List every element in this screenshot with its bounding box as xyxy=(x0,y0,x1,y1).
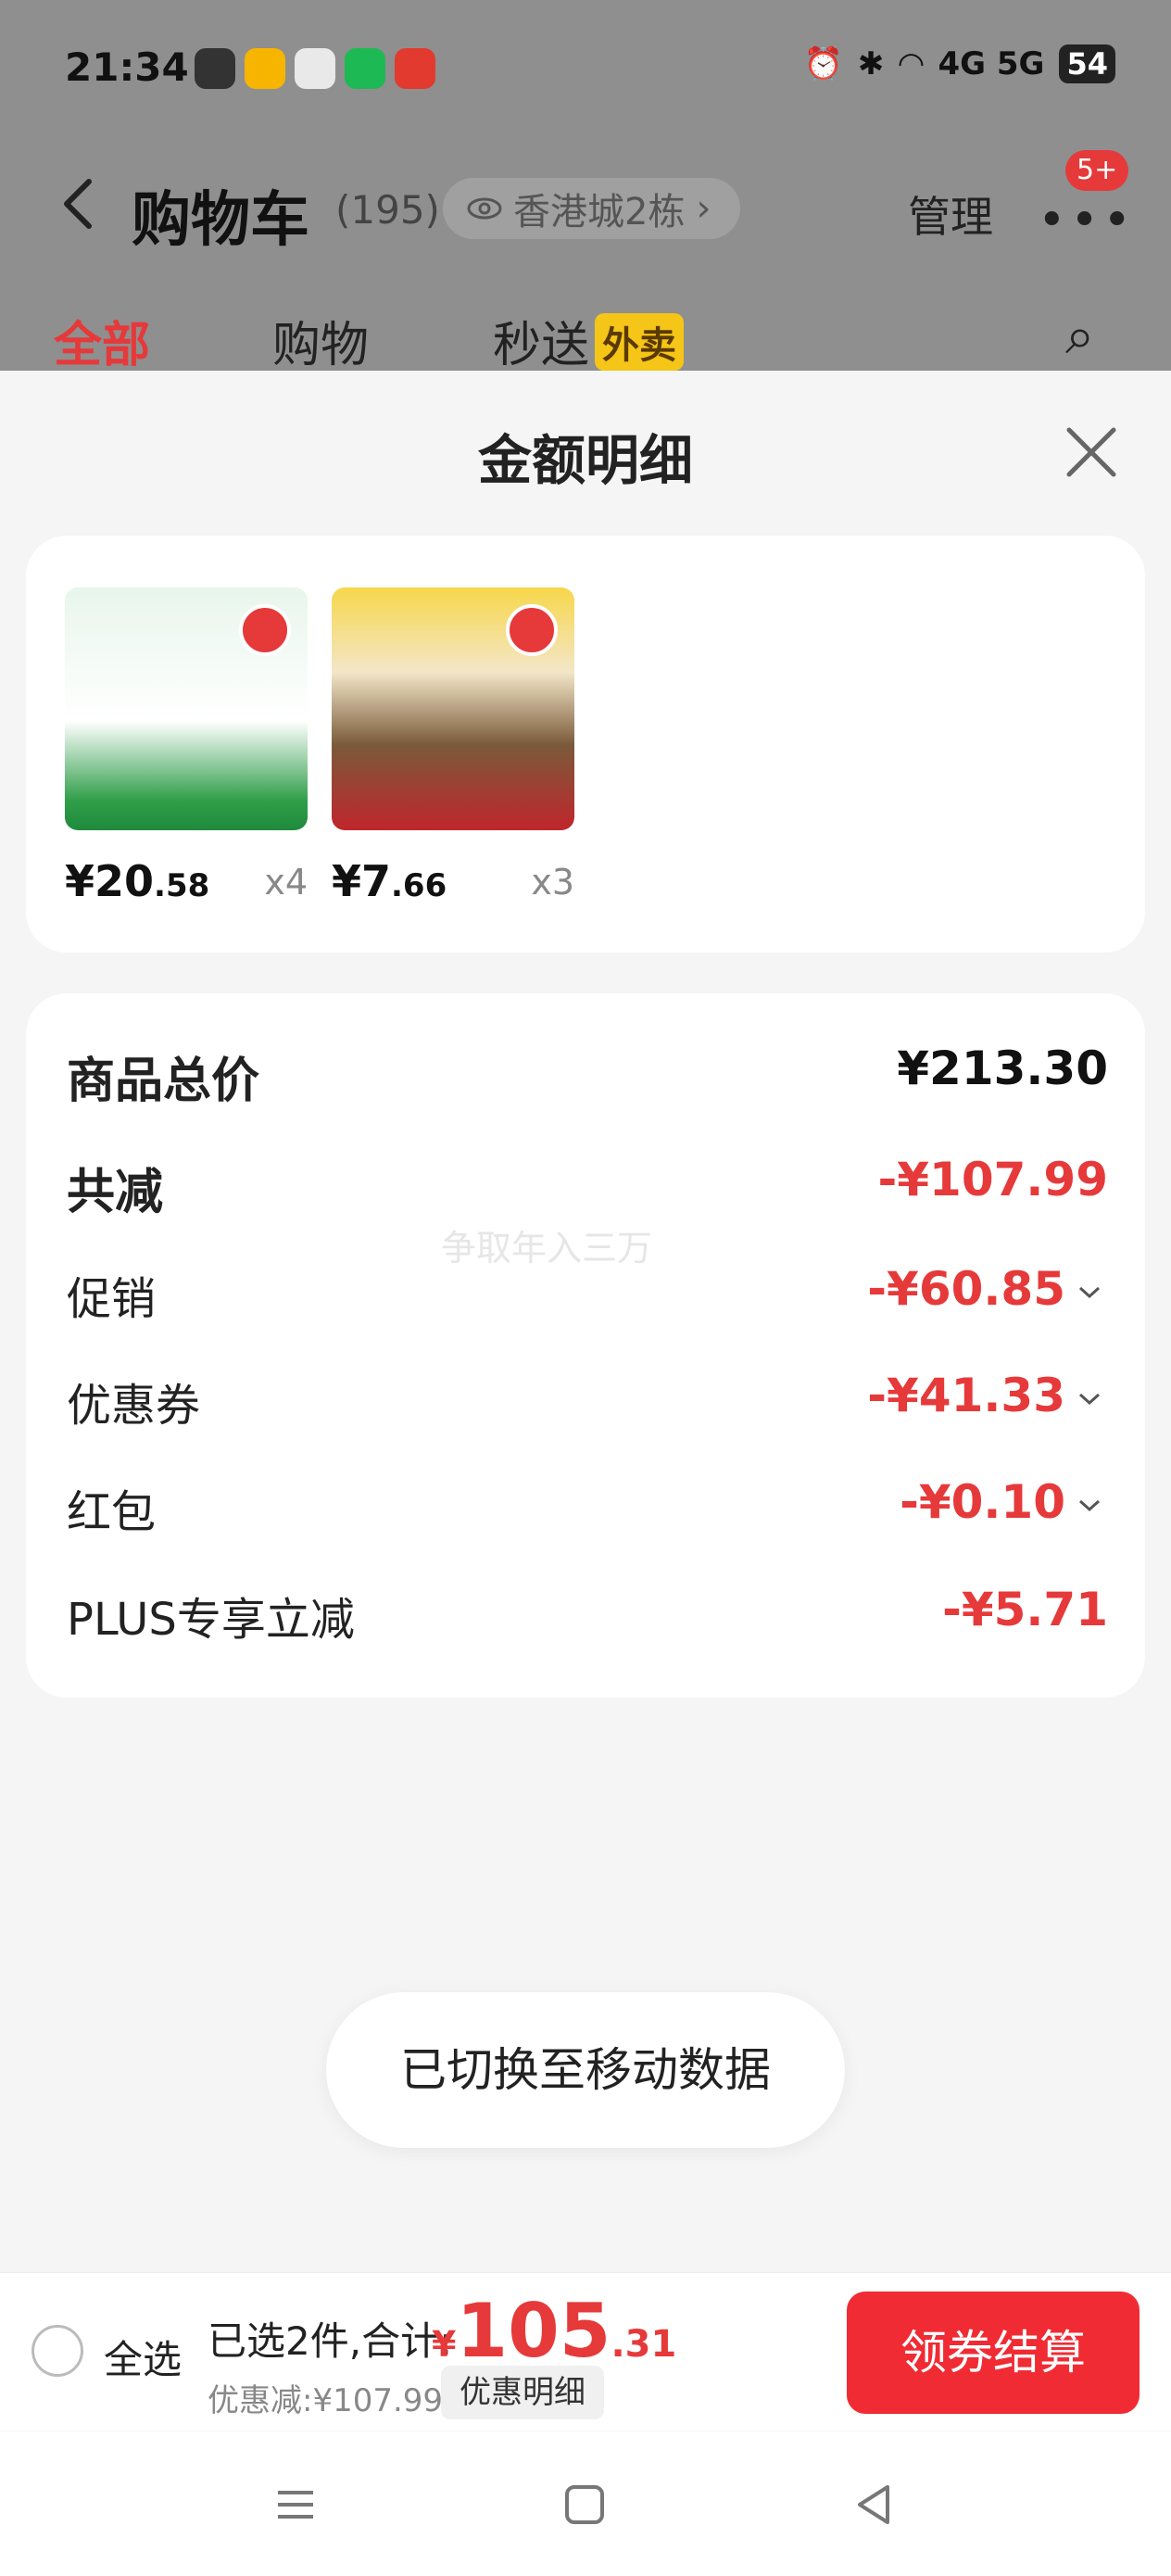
cart-count: (195) xyxy=(335,187,440,233)
discount-text: 优惠减:¥107.99 xyxy=(208,2382,444,2419)
select-all-label[interactable]: 全选 xyxy=(104,2329,182,2385)
total-value: ¥213.30 xyxy=(897,1042,1108,1095)
status-indicators: ⏰ ✱ ◠ 4G 5G 54 xyxy=(803,44,1115,83)
search-icon[interactable]: ⌕ xyxy=(1065,306,1094,367)
wifi-icon: ◠ xyxy=(899,45,924,82)
checkout-button[interactable]: 领券结算 xyxy=(847,2292,1140,2414)
promotion-value: -¥60.85 xyxy=(867,1262,1065,1316)
summary-row-promotion[interactable]: 促销 -¥60.85 xyxy=(67,1262,1108,1336)
chevron-down-icon[interactable] xyxy=(1078,1393,1101,1406)
product-qty: x4 xyxy=(264,862,308,903)
back-icon[interactable] xyxy=(850,2481,897,2528)
close-icon[interactable] xyxy=(1064,424,1119,480)
check-icon[interactable] xyxy=(239,604,291,656)
product-item[interactable]: ¥20.58 x4 xyxy=(65,587,308,906)
chevron-down-icon[interactable] xyxy=(1078,1499,1101,1512)
product-image-rice xyxy=(332,587,574,830)
price-dec: .58 xyxy=(154,867,210,904)
alarm-icon: ⏰ xyxy=(803,45,843,82)
redpacket-label: 红包 xyxy=(67,1486,157,1538)
chevron-down-icon[interactable] xyxy=(1078,1286,1101,1299)
discount-detail-button[interactable]: 优惠明细 xyxy=(441,2366,604,2419)
tab-all[interactable]: 全部 xyxy=(54,306,150,375)
sheet-title: 金额明细 xyxy=(477,429,693,492)
summary-row-redpacket[interactable]: 红包 -¥0.10 xyxy=(67,1475,1108,1549)
weibo-icon xyxy=(245,48,285,89)
message-badge: 5+ xyxy=(1065,150,1129,191)
price-dec: .66 xyxy=(391,867,447,904)
summary-row-plus: PLUS专享立减 -¥5.71 xyxy=(67,1583,1108,1657)
product-list-card: ¥20.58 x4 ¥7.66 x3 xyxy=(26,536,1145,953)
cart-tabs: 全部 购物 秒送 外卖 ⌕ xyxy=(0,306,1171,380)
system-nav-bar xyxy=(0,2431,1171,2576)
selected-info: 已选2件,合计: xyxy=(208,2318,453,2364)
redpacket-value: -¥0.10 xyxy=(900,1475,1065,1529)
page-title: 购物车 xyxy=(132,186,309,255)
tab-shopping[interactable]: 购物 xyxy=(272,306,369,375)
location-chip[interactable]: 香港城2栋 › xyxy=(443,178,741,239)
status-bar: 21:34 ⏰ ✱ ◠ 4G 5G 54 xyxy=(0,37,1171,102)
reduce-label: 共减 xyxy=(67,1165,164,1220)
summary-row-reduce: 共减 -¥107.99 xyxy=(67,1153,1108,1227)
summary-row-coupon[interactable]: 优惠券 -¥41.33 xyxy=(67,1369,1108,1443)
total-label: 商品总价 xyxy=(67,1054,260,1109)
product-price: ¥7.66 xyxy=(332,856,447,906)
signal-label: 4G 5G xyxy=(938,45,1045,82)
cart-header: 购物车 (195) 香港城2栋 › 管理 • • • 5+ xyxy=(0,150,1171,269)
bluetooth-icon: ✱ xyxy=(857,45,885,82)
spotify-icon xyxy=(345,48,385,89)
plus-label: PLUS专享立减 xyxy=(67,1594,355,1646)
total-int: 105 xyxy=(456,2288,611,2374)
product-item[interactable]: ¥7.66 x3 xyxy=(332,587,574,906)
price-summary-card: 商品总价 ¥213.30 共减 -¥107.99 促销 -¥60.85 优惠券 … xyxy=(26,993,1145,1698)
waimai-tag: 外卖 xyxy=(595,313,685,371)
product-image-water xyxy=(65,587,308,830)
watermark-text: 争取年入三万 xyxy=(441,1228,653,1269)
location-label: 香港城2栋 xyxy=(513,191,686,234)
manage-button[interactable]: 管理 xyxy=(908,183,993,245)
price-int: ¥7 xyxy=(332,856,392,906)
select-all-radio[interactable] xyxy=(31,2325,83,2377)
tab-express[interactable]: 秒送 外卖 xyxy=(493,306,685,375)
more-icon[interactable]: • • • xyxy=(1038,193,1131,248)
chevron-right-icon: › xyxy=(696,187,711,230)
total-symbol: ¥ xyxy=(432,2324,457,2365)
back-arrow-icon[interactable] xyxy=(56,176,102,232)
menu-icon[interactable] xyxy=(272,2481,319,2528)
coupon-value: -¥41.33 xyxy=(867,1369,1065,1422)
total-dec: .31 xyxy=(611,2323,677,2366)
app-icon xyxy=(295,48,335,89)
price-int: ¥20 xyxy=(65,856,155,906)
plus-value: -¥5.71 xyxy=(942,1583,1108,1636)
toast-message: 已切换至移动数据 xyxy=(326,1992,845,2148)
eye-icon xyxy=(467,197,502,220)
battery-icon: 54 xyxy=(1059,44,1115,83)
reduce-value: -¥107.99 xyxy=(877,1153,1109,1206)
summary-row-total: 商品总价 ¥213.30 xyxy=(67,1042,1108,1116)
tab-express-label: 秒送 xyxy=(493,318,590,373)
promotion-label: 促销 xyxy=(67,1273,157,1325)
product-price: ¥20.58 xyxy=(65,856,209,906)
jd-icon xyxy=(395,48,435,89)
checkout-bar: 全选 已选2件,合计: ¥105.31 优惠减:¥107.99 优惠明细 领券结… xyxy=(0,2272,1171,2431)
home-icon[interactable] xyxy=(561,2481,608,2528)
check-icon[interactable] xyxy=(506,604,558,656)
product-qty: x3 xyxy=(531,862,574,903)
total-amount: ¥105.31 xyxy=(432,2288,676,2374)
status-time: 21:34 xyxy=(65,44,189,90)
wechat-icon xyxy=(195,48,235,89)
coupon-label: 优惠券 xyxy=(67,1380,201,1432)
